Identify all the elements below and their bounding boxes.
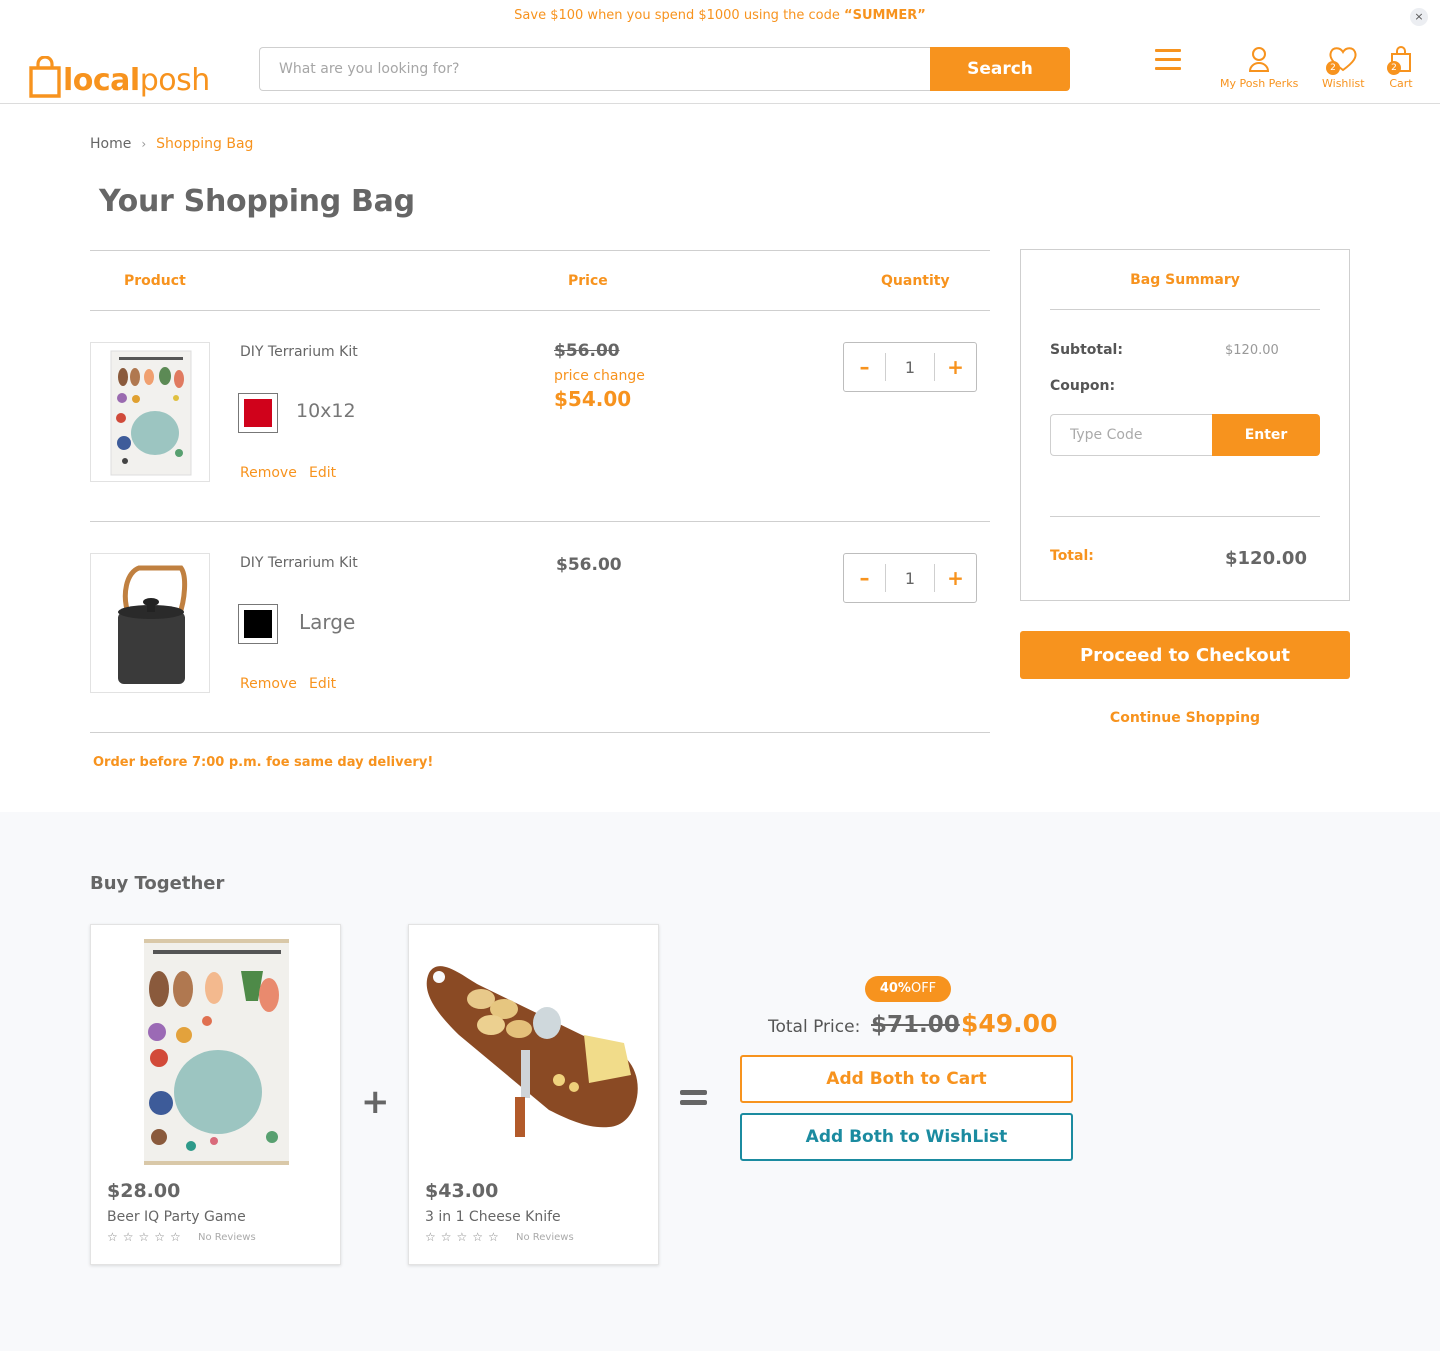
- continue-shopping-link[interactable]: Continue Shopping: [1020, 710, 1350, 726]
- table-header: Product Price Quantity: [90, 250, 990, 311]
- product-name[interactable]: DIY Terrarium Kit: [240, 555, 358, 571]
- search-button[interactable]: Search: [930, 47, 1070, 91]
- equals-icon: [680, 1090, 707, 1110]
- edit-link[interactable]: Edit: [309, 465, 336, 481]
- coupon-label: Coupon:: [1050, 378, 1116, 394]
- site-header: localposh Search My Posh Perks Wishlist …: [0, 32, 1440, 104]
- product-variant: Large: [299, 610, 356, 634]
- old-price: $56.00: [554, 341, 620, 361]
- subtotal-value: $120.00: [1225, 343, 1279, 358]
- product-image: [91, 925, 340, 1175]
- product-image[interactable]: [90, 553, 210, 693]
- decrement-button[interactable]: –: [844, 343, 885, 391]
- product-name[interactable]: DIY Terrarium Kit: [240, 344, 358, 360]
- color-swatch[interactable]: [238, 604, 278, 644]
- user-icon: [1249, 47, 1270, 72]
- quantity-value[interactable]: 1: [886, 569, 934, 588]
- total-price-old: $71.00: [871, 1012, 960, 1038]
- shopping-bag-icon: [28, 55, 62, 98]
- star-rating-icon: ☆☆☆☆☆: [425, 1230, 504, 1244]
- product-image: [409, 925, 658, 1175]
- quantity-stepper: – 1 +: [843, 342, 977, 392]
- product-price: $28.00: [107, 1180, 181, 1202]
- star-rating-icon: ☆☆☆☆☆: [107, 1230, 186, 1244]
- perks-label: My Posh Perks: [1220, 77, 1299, 90]
- total-label: Total:: [1050, 548, 1094, 564]
- quantity-value[interactable]: 1: [886, 358, 934, 377]
- product-price: $43.00: [425, 1180, 499, 1202]
- logo-wordmark: localposh: [63, 63, 210, 98]
- wishlist-label: Wishlist: [1322, 77, 1365, 90]
- product-variant: 10x12: [296, 400, 356, 422]
- quantity-stepper: – 1 +: [843, 553, 977, 603]
- review-count: No Reviews: [198, 1232, 256, 1243]
- promo-text: Save $100 when you spend $1000 using the…: [514, 8, 845, 23]
- price-change-note: price change: [554, 368, 645, 384]
- checkout-button[interactable]: Proceed to Checkout: [1020, 631, 1350, 679]
- product-name[interactable]: Beer IQ Party Game: [107, 1209, 246, 1225]
- divider: [1050, 516, 1320, 517]
- discount-badge: 40%OFF: [865, 976, 951, 1002]
- apply-coupon-button[interactable]: Enter: [1212, 414, 1320, 456]
- cart-label: Cart: [1389, 77, 1413, 90]
- cart-item-row: DIY Terrarium Kit Large Remove Edit $56.…: [90, 522, 990, 733]
- add-both-to-wishlist-button[interactable]: Add Both to WishList: [740, 1113, 1073, 1161]
- add-both-to-cart-button[interactable]: Add Both to Cart: [740, 1055, 1073, 1103]
- cart-item-row: DIY Terrarium Kit 10x12 Remove Edit $56.…: [90, 311, 990, 522]
- remove-link[interactable]: Remove: [240, 465, 297, 481]
- chevron-right-icon: ›: [141, 137, 147, 151]
- close-icon[interactable]: ×: [1410, 8, 1428, 26]
- subtotal-label: Subtotal:: [1050, 342, 1123, 358]
- promo-code: “SUMMER”: [844, 8, 926, 23]
- page-title: Your Shopping Bag: [99, 184, 415, 219]
- breadcrumb-home[interactable]: Home: [90, 136, 131, 152]
- total-price-label: Total Price:: [768, 1017, 861, 1037]
- divider: [1050, 309, 1320, 310]
- bag-summary: Bag Summary Subtotal: $120.00 Coupon: En…: [1020, 249, 1350, 601]
- current-price: $56.00: [556, 555, 622, 575]
- hamburger-icon[interactable]: [1155, 49, 1181, 71]
- wishlist-count-badge: 2: [1326, 61, 1340, 75]
- summary-title: Bag Summary: [1130, 272, 1240, 288]
- product-name[interactable]: 3 in 1 Cheese Knife: [425, 1209, 561, 1225]
- delivery-note: Order before 7:00 p.m. foe same day deli…: [93, 755, 434, 770]
- total-value: $120.00: [1225, 548, 1307, 569]
- site-logo[interactable]: localposh: [28, 40, 210, 98]
- plus-icon: +: [361, 1082, 390, 1122]
- col-product: Product: [124, 273, 186, 289]
- remove-link[interactable]: Remove: [240, 676, 297, 692]
- col-price: Price: [568, 273, 608, 289]
- col-quantity: Quantity: [881, 273, 950, 289]
- search-input[interactable]: [259, 47, 931, 91]
- product-card[interactable]: $28.00 Beer IQ Party Game ☆☆☆☆☆ No Revie…: [90, 924, 341, 1265]
- total-price-new: $49.00: [961, 1009, 1058, 1038]
- review-count: No Reviews: [516, 1232, 574, 1243]
- increment-button[interactable]: +: [935, 554, 976, 602]
- breadcrumb: Home › Shopping Bag: [90, 136, 253, 152]
- color-swatch[interactable]: [238, 393, 278, 433]
- current-price: $54.00: [554, 387, 632, 411]
- cart-table: Product Price Quantity DIY Terrarium Kit…: [90, 250, 990, 733]
- buy-together-section: Buy Together $28.00 Beer IQ Party Game ☆…: [0, 812, 1440, 1351]
- decrement-button[interactable]: –: [844, 554, 885, 602]
- increment-button[interactable]: +: [935, 343, 976, 391]
- cart-count-badge: 2: [1387, 61, 1401, 75]
- product-card[interactable]: $43.00 3 in 1 Cheese Knife ☆☆☆☆☆ No Revi…: [408, 924, 659, 1265]
- edit-link[interactable]: Edit: [309, 676, 336, 692]
- promo-bar: Save $100 when you spend $1000 using the…: [0, 0, 1440, 32]
- breadcrumb-current: Shopping Bag: [156, 136, 254, 152]
- coupon-input[interactable]: [1050, 414, 1214, 456]
- my-posh-perks-link[interactable]: My Posh Perks: [1220, 46, 1298, 90]
- section-title: Buy Together: [90, 873, 225, 894]
- product-image[interactable]: [90, 342, 210, 482]
